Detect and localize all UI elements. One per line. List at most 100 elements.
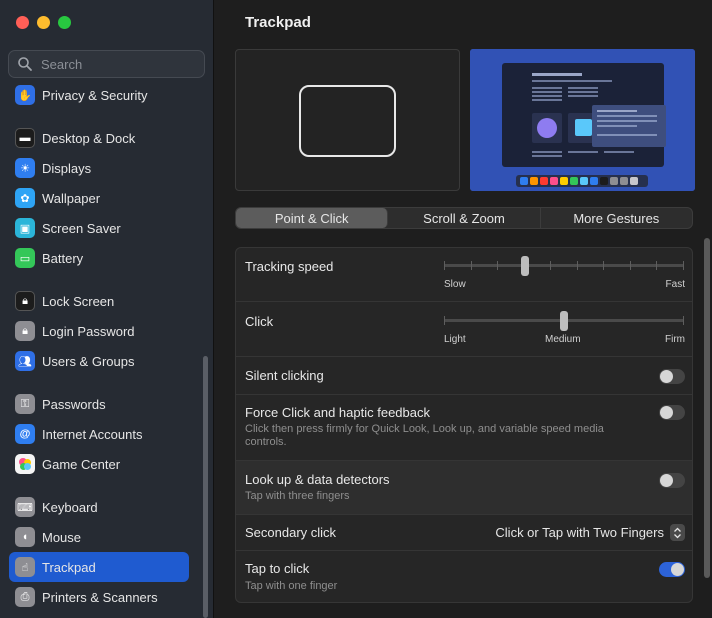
minimize-button[interactable] <box>37 16 50 29</box>
battery-icon: ▭ <box>15 248 35 268</box>
toggle-knob <box>660 406 673 419</box>
sidebar-item-users-groups[interactable]: 👥︎ Users & Groups <box>9 346 189 376</box>
tap-to-click-toggle[interactable] <box>659 562 685 577</box>
slider-tick <box>550 261 551 270</box>
click-label: Click <box>245 314 274 329</box>
sidebar-item-label: Battery <box>42 250 84 266</box>
desktop-preview-image <box>470 49 695 191</box>
close-button[interactable] <box>16 16 29 29</box>
sidebar-item-printers-scanners[interactable]: ⎙ Printers & Scanners <box>9 582 189 612</box>
sidebar-item-game-center[interactable]: Game Center <box>9 449 189 479</box>
slider-track <box>444 264 684 267</box>
sidebar-item-label: Internet Accounts <box>42 426 143 442</box>
slider-tick <box>630 261 631 270</box>
sidebar-item-label: Passwords <box>42 396 106 412</box>
chevron-up-down-icon <box>670 524 685 541</box>
force-click-toggle[interactable] <box>659 405 685 420</box>
sidebar-item-passwords[interactable]: ⚿ Passwords <box>9 389 189 419</box>
hand-icon: ✋ <box>15 85 35 105</box>
sidebar-item-privacy-security[interactable]: ✋ Privacy & Security <box>9 80 189 110</box>
sidebar-item-label: Trackpad <box>42 559 96 575</box>
sidebar-item-lock-screen[interactable]: 🔒︎ Lock Screen <box>9 286 189 316</box>
silent-clicking-label: Silent clicking <box>245 368 324 383</box>
secondary-click-label: Secondary click <box>245 525 337 540</box>
lookup-label: Look up & data detectors <box>245 472 390 487</box>
at-icon: @ <box>15 424 35 444</box>
sidebar-item-keyboard[interactable]: ⌨ Keyboard <box>9 492 189 522</box>
slider-tick <box>577 261 578 270</box>
tab-scroll-zoom[interactable]: Scroll & Zoom <box>388 208 541 228</box>
tap-to-click-row: Tap to click Tap with one finger <box>236 551 692 602</box>
sidebar-item-label: Game Center <box>42 456 121 472</box>
main-scrollbar[interactable] <box>704 238 710 578</box>
force-click-label: Force Click and haptic feedback <box>245 405 430 420</box>
search-field[interactable] <box>8 50 205 78</box>
toggle-knob <box>660 474 673 487</box>
main-pane: Trackpad Point & Click Scroll & Zoom Mor… <box>215 0 712 618</box>
gesture-video-preview <box>470 49 695 191</box>
sidebar-item-displays[interactable]: ☀ Displays <box>9 153 189 183</box>
sidebar-item-desktop-dock[interactable]: ▬ Desktop & Dock <box>9 123 189 153</box>
slider-tick <box>471 261 472 270</box>
zoom-button[interactable] <box>58 16 71 29</box>
trackpad-illustration <box>299 85 396 157</box>
sidebar-scrollbar[interactable] <box>203 356 208 618</box>
slow-label: Slow <box>444 279 466 290</box>
tab-bar: Point & Click Scroll & Zoom More Gesture… <box>235 207 693 229</box>
slider-tick <box>444 261 445 270</box>
key-icon: ⚿ <box>15 394 35 414</box>
dock-icon: ▬ <box>15 128 35 148</box>
slider-tick <box>656 261 657 270</box>
page-title: Trackpad <box>245 14 311 31</box>
slider-tick <box>444 316 445 325</box>
sidebar-item-wallpaper[interactable]: ✿ Wallpaper <box>9 183 189 213</box>
force-click-row: Force Click and haptic feedback Click th… <box>236 395 692 461</box>
silent-clicking-toggle[interactable] <box>659 369 685 384</box>
mouse-icon: ◖ <box>15 527 35 547</box>
medium-label: Medium <box>545 334 581 345</box>
game-center-icon <box>15 454 35 474</box>
force-click-description: Click then press firmly for Quick Look, … <box>245 423 604 448</box>
screensaver-icon: ▣ <box>15 218 35 238</box>
lookup-toggle[interactable] <box>659 473 685 488</box>
printer-icon: ⎙ <box>15 587 35 607</box>
slider-tick <box>497 261 498 270</box>
secondary-click-row: Secondary click Click or Tap with Two Fi… <box>236 515 692 551</box>
sidebar-item-trackpad[interactable]: ☝ Trackpad <box>9 552 189 582</box>
settings-panel: Tracking speed Slow Fast Click Light Med… <box>235 247 693 603</box>
slider-knob[interactable] <box>521 256 529 276</box>
slider-tick <box>603 261 604 270</box>
sidebar: ✋ Privacy & Security ▬ Desktop & Dock ☀ … <box>0 0 214 618</box>
firm-label: Firm <box>665 334 685 345</box>
sidebar-item-label: Screen Saver <box>42 220 121 236</box>
lock-icon: 🔒︎ <box>15 291 35 311</box>
sidebar-item-login-password[interactable]: 🔒︎ Login Password <box>9 316 189 346</box>
sidebar-item-internet-accounts[interactable]: @ Internet Accounts <box>9 419 189 449</box>
lock-icon: 🔒︎ <box>15 321 35 341</box>
slider-knob[interactable] <box>560 311 568 331</box>
sidebar-item-label: Keyboard <box>42 499 98 515</box>
window-controls <box>16 16 71 29</box>
trackpad-icon: ☝ <box>15 557 35 577</box>
sidebar-item-battery[interactable]: ▭ Battery <box>9 243 189 273</box>
secondary-click-value: Click or Tap with Two Fingers <box>495 525 664 540</box>
search-icon <box>18 57 32 71</box>
users-icon: 👥︎ <box>15 351 35 371</box>
slider-tick <box>683 261 684 270</box>
silent-clicking-row: Silent clicking <box>236 357 692 395</box>
lookup-row: Look up & data detectors Tap with three … <box>236 461 692 515</box>
search-input[interactable] <box>41 56 191 72</box>
sidebar-item-label: Login Password <box>42 323 135 339</box>
slider-tick <box>683 316 684 325</box>
click-pressure-slider[interactable] <box>444 311 684 331</box>
sun-icon: ☀ <box>15 158 35 178</box>
sidebar-item-label: Privacy & Security <box>42 87 148 103</box>
sidebar-item-screen-saver[interactable]: ▣ Screen Saver <box>9 213 189 243</box>
tab-point-click[interactable]: Point & Click <box>236 208 389 228</box>
sidebar-item-label: Displays <box>42 160 92 176</box>
sidebar-item-mouse[interactable]: ◖ Mouse <box>9 522 189 552</box>
tracking-speed-slider[interactable] <box>444 256 684 276</box>
secondary-click-popup[interactable]: Click or Tap with Two Fingers <box>495 524 685 541</box>
keyboard-icon: ⌨ <box>15 497 35 517</box>
tab-more-gestures[interactable]: More Gestures <box>541 208 692 228</box>
